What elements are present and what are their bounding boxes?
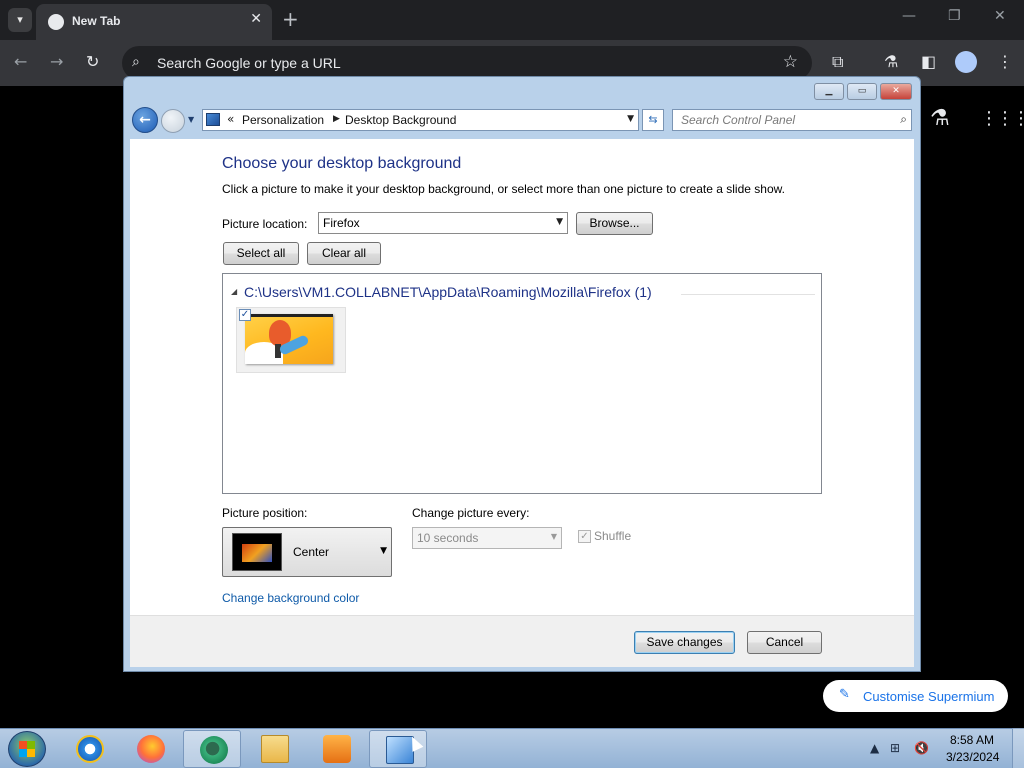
picture-position-select[interactable]: Center ▼ bbox=[222, 527, 392, 577]
breadcrumb-arrow-icon[interactable]: ▶ bbox=[333, 114, 340, 124]
tab-favicon-icon bbox=[48, 14, 64, 30]
cp-back-button[interactable]: ← bbox=[132, 107, 158, 133]
group-divider bbox=[681, 294, 815, 295]
labs-icon[interactable]: ⚗ bbox=[884, 52, 898, 71]
browser-tab-bar: ▾ New Tab ✕ + — ❐ ✕ bbox=[0, 0, 1024, 40]
chevron-down-icon: ▼ bbox=[550, 532, 557, 541]
control-panel-window: ▁ ▭ ✕ ← ▼ « Personalization ▶ Desktop Ba… bbox=[123, 76, 921, 672]
firefox-icon bbox=[137, 735, 165, 763]
page-description: Click a picture to make it your desktop … bbox=[222, 182, 785, 196]
collapse-group-icon[interactable]: ◢ bbox=[231, 287, 237, 296]
search-icon: ⌕ bbox=[132, 54, 140, 70]
group-title[interactable]: C:\Users\VM1.COLLABNET\AppData\Roaming\M… bbox=[244, 284, 652, 300]
change-picture-value: 10 seconds bbox=[417, 531, 479, 545]
save-changes-button[interactable]: Save changes bbox=[634, 631, 735, 654]
content-area: Choose your desktop background Click a p… bbox=[130, 139, 914, 615]
picture-thumbnail-item[interactable]: ✓ bbox=[236, 307, 346, 373]
shuffle-checkbox[interactable]: ✓ bbox=[578, 530, 591, 543]
apps-grid-icon[interactable]: ⋮⋮⋮ bbox=[980, 108, 1024, 129]
cp-forward-button[interactable] bbox=[161, 109, 185, 133]
taskbar-media-player[interactable] bbox=[307, 730, 365, 768]
show-desktop-button[interactable] bbox=[1012, 728, 1024, 768]
minimize-icon[interactable]: — bbox=[902, 8, 916, 24]
thumbnail-topbar bbox=[245, 314, 333, 317]
clock-time[interactable]: 8:58 AM bbox=[950, 733, 994, 747]
picture-location-value: Firefox bbox=[323, 216, 360, 230]
shuffle-label: Shuffle bbox=[594, 529, 632, 543]
change-picture-label: Change picture every: bbox=[412, 506, 530, 520]
address-chevrons[interactable]: « bbox=[227, 112, 234, 126]
control-panel-icon bbox=[206, 113, 220, 126]
forward-icon[interactable]: → bbox=[50, 52, 63, 71]
wallpaper-thumbnail[interactable] bbox=[245, 314, 333, 364]
picture-list: ◢ C:\Users\VM1.COLLABNET\AppData\Roaming… bbox=[222, 273, 822, 494]
volume-muted-icon[interactable]: 🔇 bbox=[914, 741, 929, 755]
cp-close-button[interactable]: ✕ bbox=[880, 83, 912, 100]
position-preview-image bbox=[242, 544, 272, 562]
search-icon: ⌕ bbox=[900, 112, 907, 126]
refresh-icon[interactable]: ⇆ bbox=[642, 109, 664, 131]
taskbar-supermium[interactable] bbox=[183, 730, 241, 768]
select-all-button[interactable]: Select all bbox=[223, 242, 299, 265]
change-picture-select[interactable]: 10 seconds ▼ bbox=[412, 527, 562, 549]
bookmark-star-icon[interactable]: ☆ bbox=[783, 52, 798, 72]
browse-button[interactable]: Browse... bbox=[576, 212, 653, 235]
omnibox[interactable]: ⌕ Search Google or type a URL ☆ bbox=[122, 46, 812, 80]
taskbar-file-explorer[interactable] bbox=[245, 730, 303, 768]
cancel-button[interactable]: Cancel bbox=[747, 631, 822, 654]
clock-date[interactable]: 3/23/2024 bbox=[946, 750, 999, 764]
internet-explorer-icon bbox=[76, 735, 104, 763]
search-control-panel[interactable]: Search Control Panel ⌕ bbox=[672, 109, 912, 131]
media-player-icon bbox=[323, 735, 351, 763]
supermium-icon bbox=[200, 736, 228, 764]
show-hidden-icons-icon[interactable]: ▲ bbox=[870, 741, 879, 755]
menu-icon[interactable]: ⋮ bbox=[997, 52, 1013, 71]
profile-avatar[interactable] bbox=[955, 51, 977, 73]
back-icon[interactable]: ← bbox=[14, 52, 27, 71]
clear-all-button[interactable]: Clear all bbox=[307, 242, 381, 265]
omnibox-placeholder: Search Google or type a URL bbox=[157, 55, 341, 71]
new-tab-button[interactable]: + bbox=[282, 8, 299, 30]
taskbar-internet-explorer[interactable] bbox=[60, 730, 118, 768]
restore-icon[interactable]: ❐ bbox=[948, 8, 961, 24]
tab-title: New Tab bbox=[72, 14, 121, 28]
labs-shortcut-icon[interactable]: ⚗ bbox=[930, 106, 950, 131]
dialog-footer: Save changes Cancel bbox=[130, 615, 914, 667]
side-panel-icon[interactable]: ◧ bbox=[921, 52, 936, 71]
cp-maximize-button[interactable]: ▭ bbox=[847, 83, 877, 100]
taskbar: ▲ ⊞ 🔇 bbox=[0, 728, 1024, 768]
windows-logo-icon-lower bbox=[19, 749, 35, 757]
customise-button[interactable]: ✎ Customise Supermium bbox=[823, 680, 1008, 712]
cp-minimize-button[interactable]: ▁ bbox=[814, 83, 844, 100]
tab-search-button[interactable]: ▾ bbox=[8, 8, 32, 32]
page-title: Choose your desktop background bbox=[222, 155, 462, 172]
close-icon[interactable]: ✕ bbox=[994, 8, 1006, 24]
change-background-color-link[interactable]: Change background color bbox=[222, 591, 359, 605]
address-bar[interactable]: « Personalization ▶ Desktop Background ▼ bbox=[202, 109, 639, 131]
folder-icon bbox=[261, 735, 289, 763]
picture-position-value: Center bbox=[293, 545, 330, 559]
picture-location-select[interactable]: Firefox ▼ bbox=[318, 212, 568, 234]
chevron-down-icon: ▼ bbox=[380, 546, 387, 556]
tab-close-icon[interactable]: ✕ bbox=[250, 11, 262, 27]
picture-location-label: Picture location: bbox=[222, 217, 308, 231]
recent-pages-icon[interactable]: ▼ bbox=[188, 115, 194, 124]
chevron-down-icon: ▼ bbox=[556, 217, 563, 227]
extensions-icon[interactable]: ⧉ bbox=[832, 52, 843, 72]
network-icon[interactable]: ⊞ bbox=[890, 741, 900, 755]
address-dropdown-icon[interactable]: ▼ bbox=[627, 114, 634, 124]
taskbar-firefox[interactable] bbox=[121, 730, 179, 768]
start-button[interactable] bbox=[8, 731, 46, 767]
search-placeholder: Search Control Panel bbox=[681, 113, 796, 127]
breadcrumb-personalization[interactable]: Personalization bbox=[242, 113, 324, 127]
reload-icon[interactable]: ↻ bbox=[86, 52, 99, 71]
pencil-icon: ✎ bbox=[839, 687, 850, 702]
customise-label: Customise Supermium bbox=[863, 689, 995, 704]
position-preview bbox=[232, 533, 282, 571]
picture-checkbox[interactable]: ✓ bbox=[239, 309, 251, 321]
picture-position-label: Picture position: bbox=[222, 506, 308, 520]
tab-new-tab[interactable]: New Tab ✕ bbox=[36, 4, 272, 40]
window-controls: ▁ ▭ ✕ bbox=[814, 83, 912, 101]
breadcrumb-desktop-background[interactable]: Desktop Background bbox=[345, 113, 456, 127]
